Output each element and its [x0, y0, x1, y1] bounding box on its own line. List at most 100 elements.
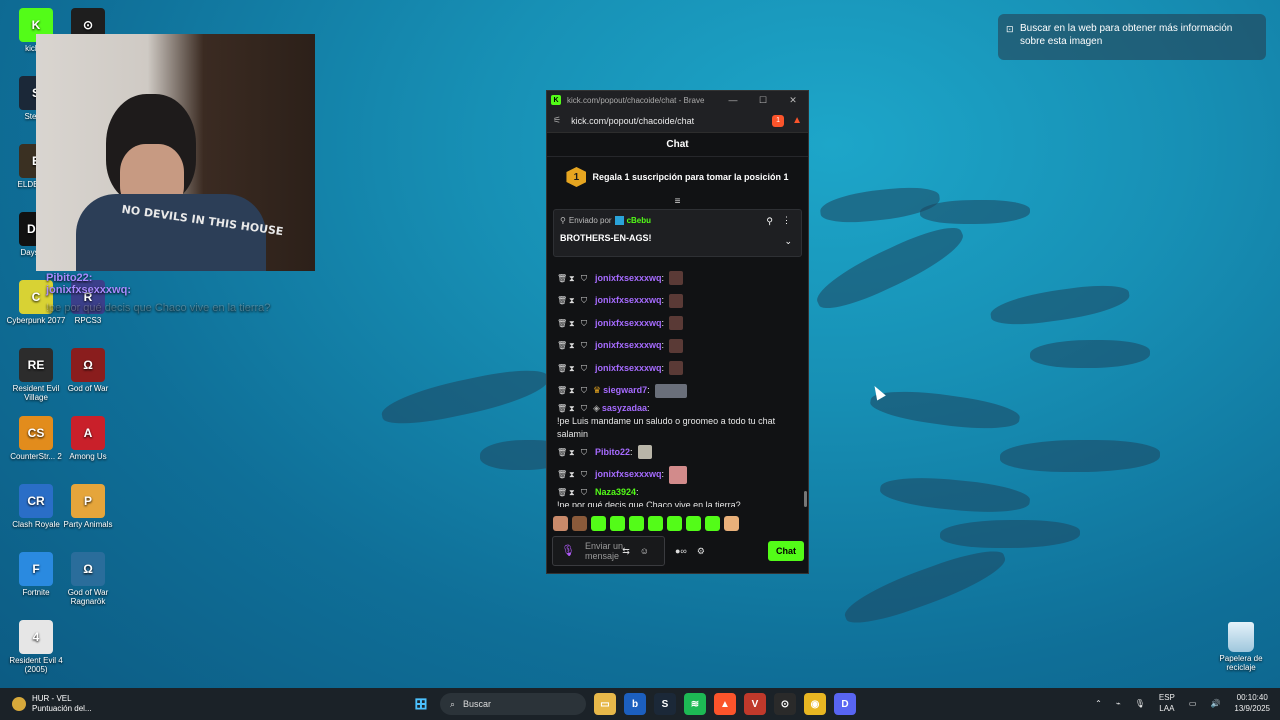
- chat-emote[interactable]: [669, 465, 688, 484]
- chat-username[interactable]: jonixfxsexxxwq: [595, 272, 662, 285]
- desktop-icon[interactable]: CS CounterStr... 2: [6, 416, 66, 461]
- chat-message[interactable]: 🗑 ⧗ ⛉ Naza3924: !pe por qué decis que Chaco…: [547, 486, 808, 507]
- timeout-icon[interactable]: ⧗: [569, 317, 581, 330]
- timeout-icon[interactable]: ⧗: [569, 384, 581, 397]
- chat-username[interactable]: Naza3924: [595, 486, 636, 499]
- desktop-icon[interactable]: RE Resident Evil Village: [6, 348, 66, 402]
- timeout-icon[interactable]: ⧗: [569, 402, 581, 415]
- chat-username[interactable]: siegward7: [603, 384, 647, 397]
- chat-message[interactable]: 🗑 ⧗ ⛉ ◈ sasyzadaa: !pe Luis mandame un salud…: [547, 402, 808, 441]
- chat-message[interactable]: 🗑 ⧗ ⛉ Pibito22:: [547, 441, 808, 464]
- chat-username[interactable]: jonixfxsexxxwq: [595, 294, 662, 307]
- address-bar[interactable]: ⚟ kick.com/popout/chacoide/chat 1 ▲: [547, 109, 808, 133]
- chat-message[interactable]: 🗑 ⧗ ⛉ jonixfxsexxxwq:: [547, 290, 808, 313]
- recycle-bin[interactable]: Papelera de reciclaje: [1212, 622, 1270, 672]
- chat-username[interactable]: jonixfxsexxxwq: [595, 468, 662, 481]
- pinned-message[interactable]: ⚲ Enviado por cBebu BROTHERS-EN-AGS! ⚲ ⋮…: [553, 209, 802, 257]
- chat-emote[interactable]: [637, 445, 652, 460]
- desktop-icon[interactable]: 4 Resident Evil 4 (2005): [6, 620, 66, 674]
- pin-icon[interactable]: ⚲: [766, 216, 773, 227]
- chat-message[interactable]: 🗑 ⧗ ⛉ jonixfxsexxxwq:: [547, 267, 808, 290]
- chat-username[interactable]: jonixfxsexxxwq: [595, 362, 662, 375]
- chat-emote[interactable]: [669, 361, 684, 376]
- taskbar-search[interactable]: ⌕ Buscar: [440, 693, 586, 715]
- delete-icon[interactable]: 🗑: [557, 446, 569, 459]
- taskbar-file-explorer-icon[interactable]: ▭: [594, 693, 616, 715]
- chat-emote[interactable]: [669, 316, 684, 331]
- taskbar-brave-icon[interactable]: ▲: [714, 693, 736, 715]
- display-icon[interactable]: ▭: [1189, 699, 1197, 708]
- chat-message[interactable]: 🗑 ⧗ ⛉ ♛ siegward7:: [547, 380, 808, 403]
- visual-search-tip[interactable]: ⊡ Buscar en la web para obtener más info…: [998, 14, 1266, 60]
- ban-icon[interactable]: ⛉: [581, 402, 593, 415]
- quick-emote[interactable]: [591, 516, 606, 531]
- gear-icon[interactable]: ⚙: [697, 546, 705, 557]
- url-text[interactable]: kick.com/popout/chacoide/chat: [571, 116, 694, 126]
- ban-icon[interactable]: ⛉: [581, 362, 593, 375]
- mic-tray-icon[interactable]: 🎙: [1135, 699, 1145, 708]
- infinity-icon[interactable]: ●∞: [675, 546, 687, 556]
- chat-emote[interactable]: [669, 338, 684, 353]
- desktop-icon[interactable]: A Among Us: [58, 416, 118, 461]
- microphone-icon[interactable]: 🎙: [561, 546, 575, 557]
- chat-emote[interactable]: [669, 271, 684, 286]
- chat-username[interactable]: Pibito22: [595, 446, 630, 459]
- ban-icon[interactable]: ⛉: [581, 384, 593, 397]
- chat-message[interactable]: 🗑 ⧗ ⛉ jonixfxsexxxwq:: [547, 357, 808, 380]
- quick-emote[interactable]: [553, 516, 568, 531]
- quick-emote[interactable]: [629, 516, 644, 531]
- send-chat-button[interactable]: Chat: [768, 541, 804, 561]
- delete-icon[interactable]: 🗑: [557, 339, 569, 352]
- taskbar-steam-icon[interactable]: S: [654, 693, 676, 715]
- delete-icon[interactable]: 🗑: [557, 486, 569, 499]
- delete-icon[interactable]: 🗑: [557, 384, 569, 397]
- chat-emote[interactable]: [654, 383, 687, 398]
- chevron-up-icon[interactable]: ⌃: [1095, 699, 1102, 708]
- delete-icon[interactable]: 🗑: [557, 294, 569, 307]
- taskbar-bing-icon[interactable]: b: [624, 693, 646, 715]
- desktop-icon[interactable]: P Party Animals: [58, 484, 118, 529]
- timeout-icon[interactable]: ⧗: [569, 294, 581, 307]
- gift-sub-banner[interactable]: 1 Regala 1 suscripción para tomar la pos…: [547, 157, 808, 197]
- taskbar-voicemeeter-icon[interactable]: V: [744, 693, 766, 715]
- clock[interactable]: 00:10:40 13/9/2025: [1234, 692, 1270, 714]
- site-settings-icon[interactable]: ⚟: [553, 115, 561, 126]
- chevron-down-icon[interactable]: ⌄: [784, 236, 792, 247]
- brave-rewards-icon[interactable]: ▲: [792, 115, 802, 126]
- chat-username[interactable]: jonixfxsexxxwq: [595, 317, 662, 330]
- taskbar-discord-icon[interactable]: D: [834, 693, 856, 715]
- weather-widget[interactable]: HUR - VEL Puntuación del...: [12, 694, 92, 714]
- chat-message[interactable]: 🗑 ⧗ ⛉ jonixfxsexxxwq:: [547, 312, 808, 335]
- timeout-icon[interactable]: ⧗: [569, 272, 581, 285]
- chat-message[interactable]: 🗑 ⧗ ⛉ jonixfxsexxxwq:: [547, 464, 808, 487]
- quick-emote[interactable]: [572, 516, 587, 531]
- brave-shield-icon[interactable]: 1: [772, 114, 785, 127]
- ban-icon[interactable]: ⛉: [581, 446, 593, 459]
- taskbar-spotify-icon[interactable]: ≋: [684, 693, 706, 715]
- ban-icon[interactable]: ⛉: [581, 486, 593, 499]
- timeout-icon[interactable]: ⧗: [569, 339, 581, 352]
- minimize-button[interactable]: —: [718, 95, 748, 106]
- language-indicator[interactable]: ESP LAA: [1159, 692, 1175, 714]
- quick-emote[interactable]: [705, 516, 720, 531]
- quick-emote[interactable]: [648, 516, 663, 531]
- close-button[interactable]: ✕: [778, 95, 808, 106]
- chat-filter-icon[interactable]: ≡: [547, 197, 808, 207]
- desktop-icon[interactable]: CR Clash Royale: [6, 484, 66, 529]
- delete-icon[interactable]: 🗑: [557, 402, 569, 415]
- chat-scrollbar[interactable]: [804, 491, 807, 507]
- chat-message[interactable]: 🗑 ⧗ ⛉ jonixfxsexxxwq:: [547, 335, 808, 358]
- volume-icon[interactable]: 🔊: [1210, 699, 1220, 708]
- pinned-username[interactable]: cBebu: [627, 216, 651, 225]
- quick-emote[interactable]: [686, 516, 701, 531]
- ban-icon[interactable]: ⛉: [581, 294, 593, 307]
- start-button[interactable]: ⊞: [410, 693, 432, 715]
- desktop-icon[interactable]: Ω God of War Ragnarök: [58, 552, 118, 606]
- delete-icon[interactable]: 🗑: [557, 362, 569, 375]
- taskbar-obs-icon[interactable]: ⊙: [774, 693, 796, 715]
- ban-icon[interactable]: ⛉: [581, 272, 593, 285]
- ban-icon[interactable]: ⛉: [581, 468, 593, 481]
- ban-icon[interactable]: ⛉: [581, 317, 593, 330]
- quick-emote[interactable]: [724, 516, 739, 531]
- ban-icon[interactable]: ⛉: [581, 339, 593, 352]
